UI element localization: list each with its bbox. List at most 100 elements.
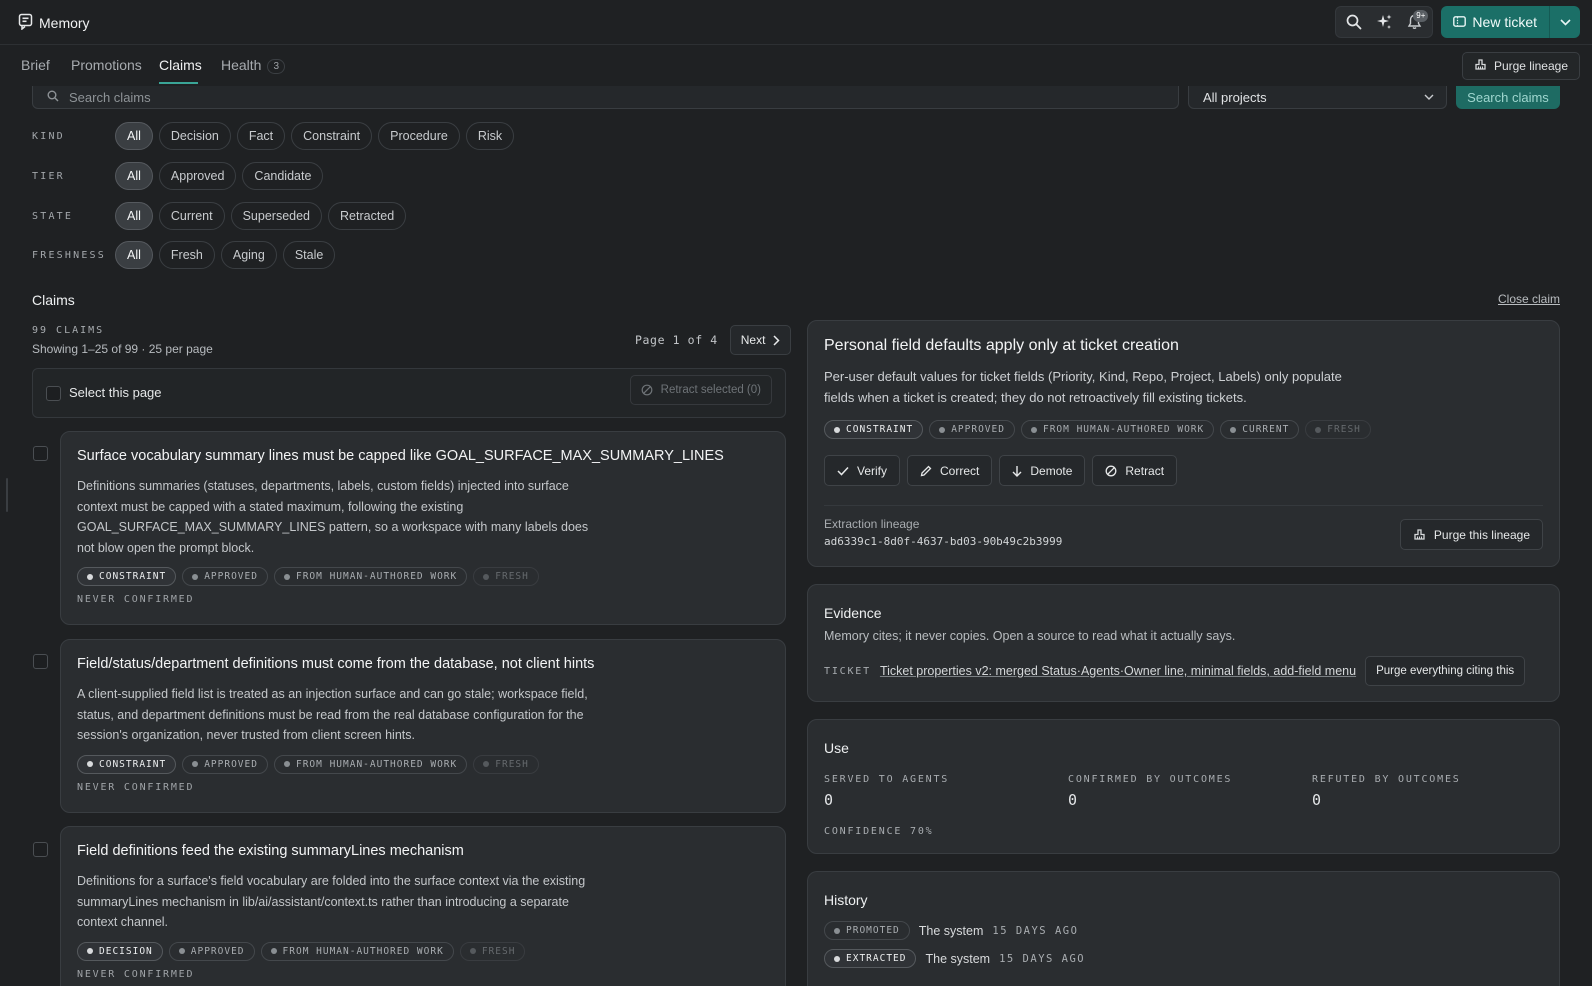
claim-checkbox[interactable] bbox=[33, 842, 48, 857]
history-event: PROMOTED The system 15 DAYS AGO bbox=[824, 921, 1078, 940]
claim-detail-panel: Personal field defaults apply only at ti… bbox=[807, 320, 1560, 567]
evidence-source-link[interactable]: Ticket properties v2: merged Status·Agen… bbox=[880, 664, 1356, 678]
claim-card[interactable]: Surface vocabulary summary lines must be… bbox=[60, 431, 786, 625]
tab-brief-label: Brief bbox=[21, 57, 50, 73]
source-badge: FROM HUMAN-AUTHORED WORK bbox=[260, 941, 454, 961]
project-select[interactable]: All projects bbox=[1188, 86, 1447, 109]
history-title: History bbox=[824, 892, 868, 908]
evidence-title: Evidence bbox=[824, 605, 882, 621]
tab-health[interactable]: Health 3 bbox=[221, 57, 286, 74]
retract-selected-button[interactable]: Retract selected (0) bbox=[629, 375, 772, 405]
filter-freshness-all[interactable]: All bbox=[115, 241, 153, 269]
retract-label: Retract bbox=[1125, 463, 1165, 478]
filter-freshness-stale[interactable]: Stale bbox=[282, 241, 336, 269]
new-ticket-menu-button[interactable] bbox=[1550, 6, 1580, 38]
retract-selected-label: Retract selected (0) bbox=[660, 384, 761, 396]
app-title: Memory bbox=[39, 15, 90, 31]
served-to-agents-value: 0 bbox=[824, 791, 834, 809]
filter-kind-procedure[interactable]: Procedure bbox=[378, 122, 460, 150]
lineage-id: ad6339c1-8d0f-4637-bd03-90b49c2b3999 bbox=[824, 535, 1063, 548]
search-icon[interactable] bbox=[1340, 8, 1368, 36]
served-to-agents-label: SERVED TO AGENTS bbox=[824, 774, 950, 785]
notification-count-badge: 9+ bbox=[1413, 10, 1429, 22]
page-indicator: Page 1 of 4 bbox=[635, 333, 718, 347]
kind-badge: DECISION bbox=[77, 941, 163, 961]
close-claim-link[interactable]: Close claim bbox=[1498, 292, 1560, 306]
claim-body: A client-supplied field list is treated … bbox=[77, 687, 588, 742]
arrow-down-icon bbox=[1012, 465, 1022, 477]
filter-state-retracted[interactable]: Retracted bbox=[328, 202, 407, 230]
tab-bar: Brief Promotions Claims Health 3 bbox=[0, 45, 1592, 87]
freshness-badge: FRESH bbox=[473, 754, 539, 774]
confirmed-by-outcomes-value: 0 bbox=[1068, 791, 1078, 809]
freshness-badge: FRESH bbox=[1305, 420, 1371, 439]
kind-badge: CONSTRAINT bbox=[77, 754, 177, 774]
search-claims-button[interactable]: Search claims bbox=[1456, 86, 1560, 109]
tab-brief[interactable]: Brief bbox=[21, 57, 50, 73]
next-page-button[interactable]: Next bbox=[729, 325, 792, 355]
tier-badge: APPROVED bbox=[182, 754, 268, 774]
filter-kind-risk[interactable]: Risk bbox=[465, 122, 515, 150]
detail-actions: Verify Correct Demote Retract bbox=[824, 455, 1178, 486]
purge-citing-button[interactable]: Purge everything citing this bbox=[1365, 656, 1526, 686]
claim-card[interactable]: Field/status/department definitions must… bbox=[60, 639, 786, 813]
claims-section-title: Claims bbox=[32, 292, 75, 308]
top-icon-group: 9+ bbox=[1335, 6, 1434, 38]
history-event: EXTRACTED The system 15 DAYS AGO bbox=[824, 949, 1085, 968]
filter-tier-all[interactable]: All bbox=[115, 162, 153, 190]
filter-kind-constraint[interactable]: Constraint bbox=[291, 122, 373, 150]
app-brand[interactable]: Memory bbox=[18, 13, 90, 33]
select-page-checkbox[interactable] bbox=[46, 386, 61, 401]
confirmation-status: NEVER CONFIRMED bbox=[77, 594, 195, 605]
evidence-subtitle: Memory cites; it never copies. Open a so… bbox=[824, 629, 1236, 643]
tab-promotions-label: Promotions bbox=[71, 57, 142, 73]
claim-body: Definitions summaries (statuses, departm… bbox=[77, 479, 589, 555]
demote-button[interactable]: Demote bbox=[999, 455, 1086, 486]
next-page-label: Next bbox=[740, 333, 766, 347]
event-badge: PROMOTED bbox=[824, 921, 910, 940]
filter-freshness-fresh[interactable]: Fresh bbox=[158, 241, 215, 269]
tier-badge: APPROVED bbox=[168, 941, 255, 961]
filter-kind-fact[interactable]: Fact bbox=[236, 122, 286, 150]
claim-checkbox[interactable] bbox=[33, 654, 48, 669]
filter-tier-approved[interactable]: Approved bbox=[158, 162, 237, 190]
search-input[interactable]: Search claims bbox=[32, 86, 1179, 109]
new-ticket-button[interactable]: New ticket bbox=[1441, 6, 1550, 38]
claim-card[interactable]: Field definitions feed the existing summ… bbox=[60, 826, 786, 986]
filter-state-current[interactable]: Current bbox=[158, 202, 225, 230]
claim-body: Definitions for a surface's field vocabu… bbox=[77, 874, 586, 929]
verify-button[interactable]: Verify bbox=[824, 455, 901, 486]
filter-tier-candidate[interactable]: Candidate bbox=[242, 162, 324, 190]
active-tab-indicator bbox=[159, 82, 198, 84]
filter-state-all[interactable]: All bbox=[115, 202, 153, 230]
claim-badges: CONSTRAINT APPROVED FROM HUMAN-AUTHORED … bbox=[77, 567, 769, 586]
tab-promotions[interactable]: Promotions bbox=[71, 57, 142, 73]
notifications-bell-icon[interactable]: 9+ bbox=[1400, 8, 1429, 36]
event-time: 15 DAYS AGO bbox=[999, 952, 1086, 965]
tab-claims[interactable]: Claims bbox=[159, 57, 202, 73]
sparkles-icon[interactable] bbox=[1370, 8, 1398, 36]
resize-handle[interactable] bbox=[6, 478, 8, 512]
event-actor: The system bbox=[918, 923, 984, 938]
state-badge: CURRENT bbox=[1220, 420, 1300, 439]
filter-state-superseded[interactable]: Superseded bbox=[230, 202, 323, 230]
claim-checkbox[interactable] bbox=[33, 446, 48, 461]
purge-this-lineage-button[interactable]: Purge this lineage bbox=[1399, 519, 1543, 550]
filter-tier-label: TIER bbox=[32, 170, 65, 182]
filter-kind-decision[interactable]: Decision bbox=[158, 122, 231, 150]
new-ticket-label: New ticket bbox=[1472, 14, 1537, 30]
filter-state: STATE All Current Superseded Retracted bbox=[32, 202, 412, 230]
retract-button[interactable]: Retract bbox=[1092, 455, 1178, 486]
use-title: Use bbox=[824, 740, 849, 756]
correct-button[interactable]: Correct bbox=[907, 455, 993, 486]
filter-kind-all[interactable]: All bbox=[115, 122, 153, 150]
filter-freshness-aging[interactable]: Aging bbox=[220, 241, 277, 269]
search-placeholder: Search claims bbox=[69, 89, 151, 105]
tab-health-label: Health bbox=[221, 57, 262, 73]
evidence-item: TICKET Ticket properties v2: merged Stat… bbox=[824, 656, 1526, 686]
kind-badge: CONSTRAINT bbox=[824, 420, 924, 439]
check-icon bbox=[837, 466, 849, 476]
purge-lineage-button[interactable]: Purge lineage bbox=[1461, 52, 1580, 80]
tier-badge: APPROVED bbox=[182, 567, 268, 586]
detail-divider bbox=[824, 505, 1543, 506]
